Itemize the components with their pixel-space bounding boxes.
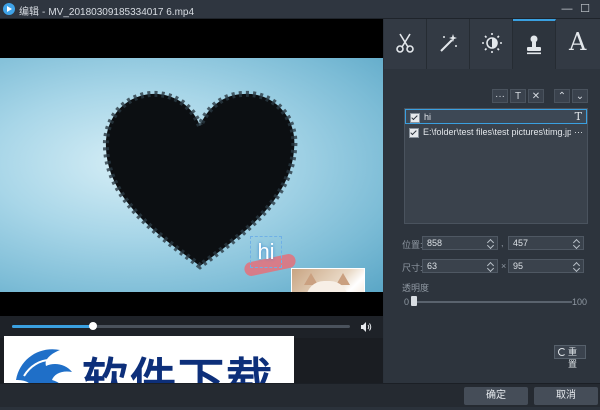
tab-watermark[interactable]	[513, 19, 556, 69]
opacity-slider-handle[interactable]	[411, 296, 417, 306]
title-filename: MV_20180309185334017 6.mp4	[48, 7, 195, 18]
layer-visible-checkbox[interactable]	[409, 128, 419, 138]
spin-arrows-icon[interactable]	[573, 260, 581, 272]
minimize-button[interactable]: —	[560, 2, 574, 16]
layer-row-image[interactable]: E:\folder\test files\test pictures\timg.…	[405, 125, 587, 140]
app-play-icon	[3, 3, 15, 15]
layer-list: hi T E:\folder\test files\test pictures\…	[404, 108, 588, 224]
speaker-icon[interactable]	[360, 321, 372, 333]
cancel-button[interactable]: 取消	[534, 387, 598, 405]
tab-effects[interactable]	[427, 19, 470, 69]
title-bar: 编辑 - MV_20180309185334017 6.mp4 — ☐	[0, 0, 600, 19]
dialog-footer: 确定 取消	[0, 383, 600, 407]
position-y-field[interactable]: 457	[508, 236, 584, 250]
size-height-field[interactable]: 95	[508, 259, 584, 273]
browse-file-button[interactable]: ···	[574, 127, 583, 137]
separator: ,	[501, 238, 504, 248]
stamp-icon	[527, 35, 541, 55]
position-label: 位置:	[402, 240, 423, 250]
video-frame: hi	[0, 58, 383, 292]
delete-layer-button[interactable]: ✕	[528, 89, 544, 103]
brightness-icon	[482, 33, 502, 53]
layer-label: E:\folder\test files\test pictures\timg.…	[423, 127, 571, 137]
more-button[interactable]: ···	[492, 89, 508, 103]
picture-overlay[interactable]	[291, 268, 365, 292]
tab-text[interactable]: A	[556, 19, 600, 69]
edit-side-panel: A ··· T ✕ ⌃ ⌄ hi T E:\folder\test files\…	[384, 19, 600, 383]
text-layer-icon: T	[574, 110, 582, 123]
magic-wand-icon	[440, 34, 457, 52]
size-width-value: 63	[427, 261, 438, 271]
progress-fill	[12, 325, 94, 328]
reset-icon	[558, 348, 566, 356]
text-overlay-hi[interactable]: hi	[250, 236, 282, 268]
window-title: 编辑 - MV_20180309185334017 6.mp4	[19, 3, 194, 18]
title-separator: -	[42, 7, 46, 18]
layer-visible-checkbox[interactable]	[410, 113, 420, 123]
position-x-value: 858	[427, 238, 443, 248]
maximize-button[interactable]: ☐	[578, 2, 592, 16]
size-label: 尺寸:	[402, 263, 423, 273]
title-prefix: 编辑	[19, 7, 39, 18]
position-y-value: 457	[513, 238, 529, 248]
move-up-button[interactable]: ⌃	[554, 89, 570, 103]
opacity-slider-track[interactable]	[414, 301, 572, 303]
spin-arrows-icon[interactable]	[573, 237, 581, 249]
progress-track[interactable]	[12, 322, 350, 330]
spin-arrows-icon[interactable]	[487, 260, 495, 272]
position-x-field[interactable]: 858	[422, 236, 498, 250]
tab-trim[interactable]	[384, 19, 427, 69]
add-text-button[interactable]: T	[510, 89, 526, 103]
tab-adjust[interactable]	[470, 19, 513, 69]
ok-button[interactable]: 确定	[464, 387, 528, 405]
opacity-min-label: 0	[404, 297, 410, 307]
layer-row-text[interactable]: hi T	[405, 109, 587, 124]
size-width-field[interactable]: 63	[422, 259, 498, 273]
move-down-button[interactable]: ⌄	[572, 89, 588, 103]
spin-arrows-icon[interactable]	[487, 237, 495, 249]
tool-tabs: A	[384, 19, 600, 69]
text-icon: A	[569, 28, 587, 56]
video-preview[interactable]: hi	[0, 19, 383, 316]
reset-button[interactable]: 重置	[554, 345, 586, 369]
size-height-value: 95	[513, 261, 524, 271]
reset-label: 重置	[568, 347, 578, 369]
opacity-label: 透明度	[402, 283, 430, 293]
progress-handle[interactable]	[89, 322, 98, 330]
scissors-icon	[396, 33, 414, 53]
times-sign: ×	[501, 261, 507, 271]
layer-label: hi	[424, 112, 432, 122]
playback-bar	[0, 316, 383, 338]
opacity-max-label: 100	[572, 297, 588, 307]
